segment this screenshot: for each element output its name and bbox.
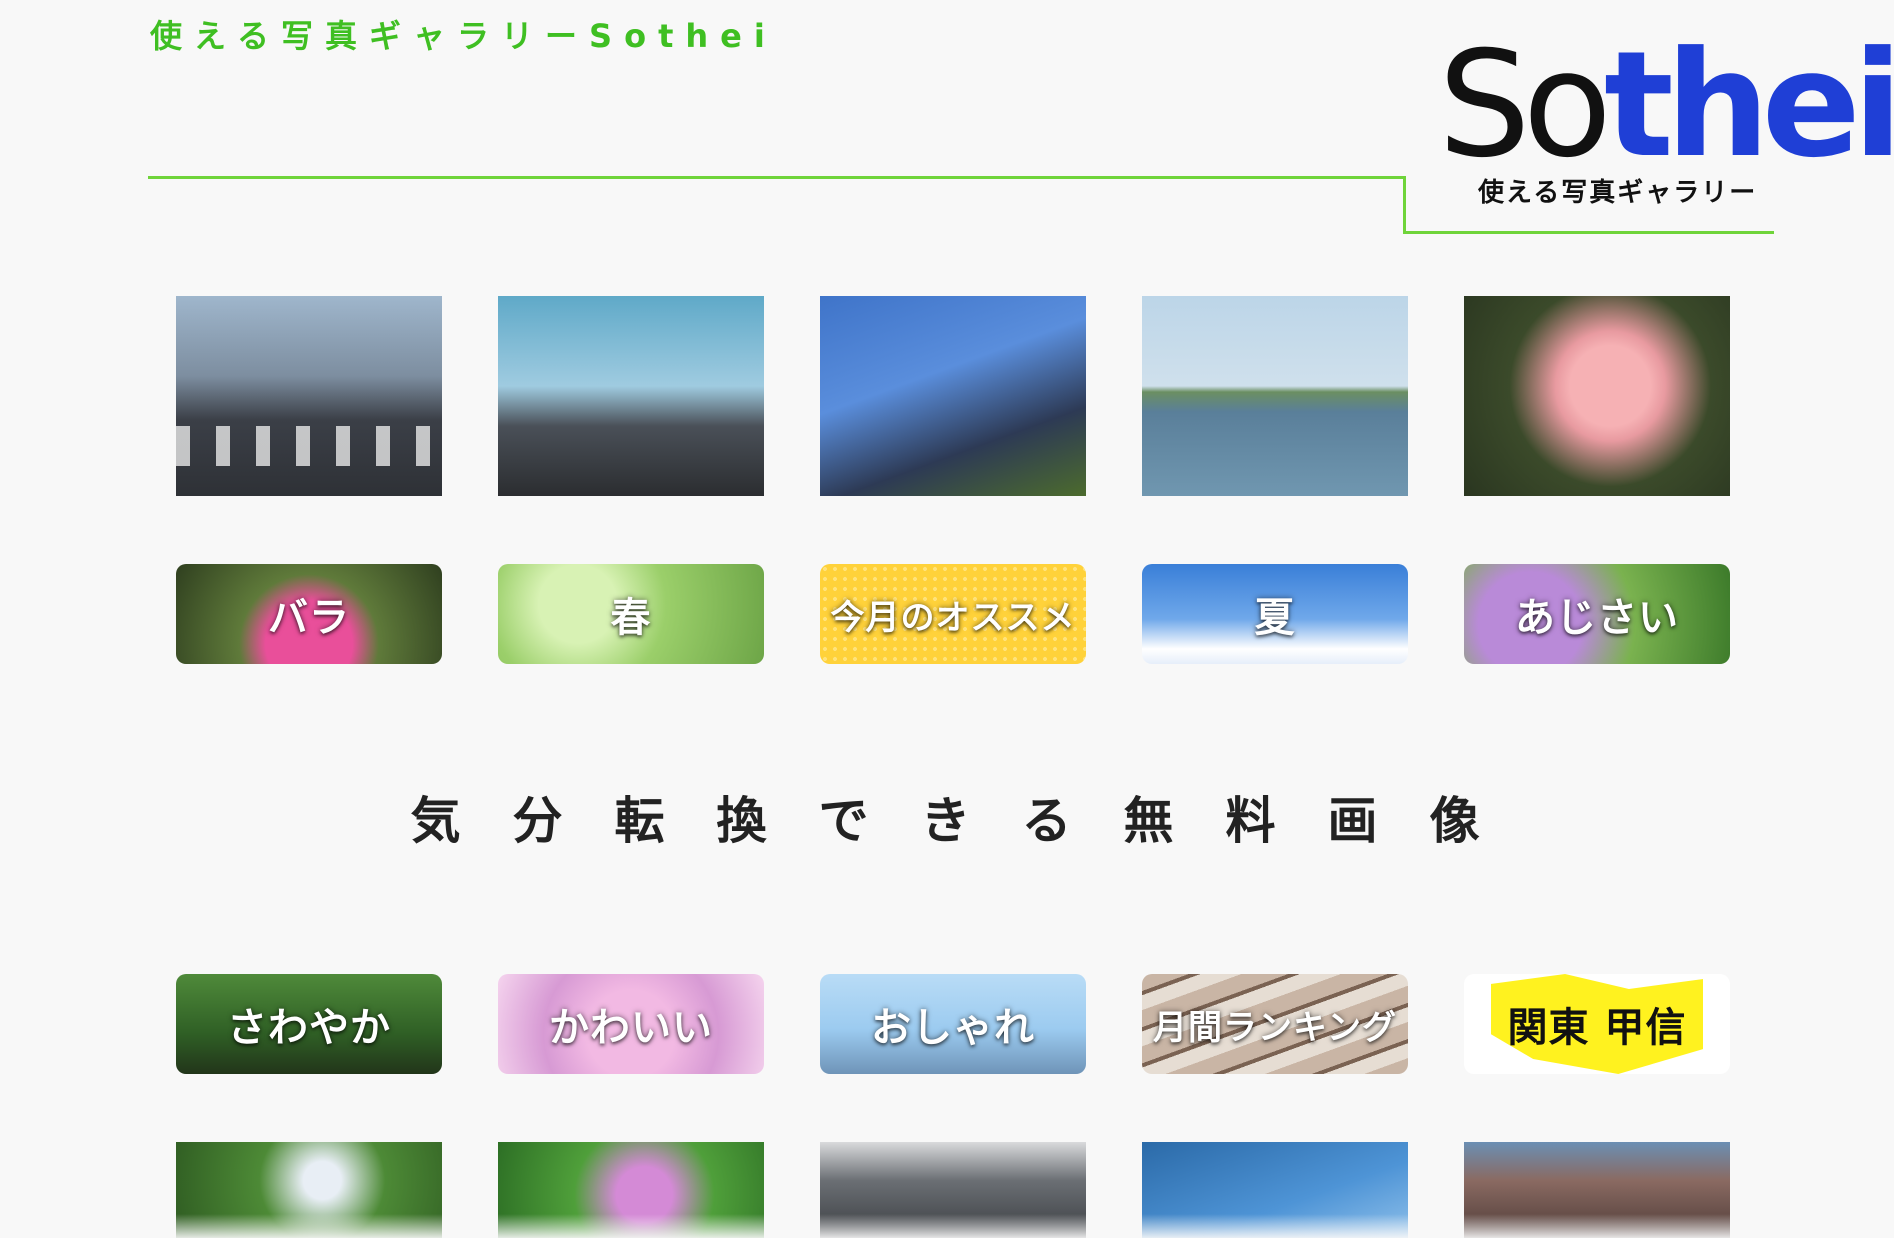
brown-towers-photo[interactable] — [1464, 1142, 1730, 1238]
logo-thei: thei — [1604, 20, 1894, 190]
category-label: 夏 — [1254, 595, 1296, 641]
sun-buildings-photo[interactable] — [498, 296, 764, 496]
header-divider-lower — [1403, 231, 1774, 234]
category-label: 月間ランキング — [1153, 1007, 1397, 1048]
logo-subtitle: 使える写真ギャラリー — [1478, 178, 1758, 208]
header-divider — [148, 176, 1405, 179]
hydrangea-purple-photo[interactable] — [498, 1142, 764, 1238]
sothei-logo[interactable]: Sothei 使える写真ギャラリー — [1438, 30, 1894, 208]
site-title[interactable]: 使える写真ギャラリーSothei — [150, 14, 777, 58]
bottom-photo-row — [176, 1142, 1786, 1238]
city-street-photo[interactable] — [176, 296, 442, 496]
hydrangea-white-photo[interactable] — [176, 1142, 442, 1238]
page-tagline: 気分転換できる無料画像 — [410, 791, 1532, 850]
category-row-2: さわやか かわいい おしゃれ 月間ランキング 関東 甲信 — [176, 974, 1786, 1074]
pink-rose-photo[interactable] — [1464, 296, 1730, 496]
category-label: かわいい — [549, 1005, 713, 1051]
category-button-kanto-koshin[interactable]: 関東 甲信 — [1464, 974, 1730, 1074]
category-label: 今月のオススメ — [830, 597, 1076, 638]
shopping-street-photo[interactable] — [820, 1142, 1086, 1238]
category-button-stylish[interactable]: おしゃれ — [820, 974, 1086, 1074]
logo-wordmark: Sothei — [1438, 30, 1894, 180]
category-button-refreshing[interactable]: さわやか — [176, 974, 442, 1074]
category-button-summer[interactable]: 夏 — [1142, 564, 1408, 664]
glass-tower-photo[interactable] — [1142, 1142, 1408, 1238]
category-button-cute[interactable]: かわいい — [498, 974, 764, 1074]
island-photo[interactable] — [1142, 296, 1408, 496]
header-divider-vertical — [1403, 176, 1406, 233]
category-label: バラ — [268, 595, 350, 641]
category-label: あじさい — [1515, 595, 1679, 641]
featured-photo-row — [176, 296, 1786, 496]
skyscrapers-photo[interactable] — [820, 296, 1086, 496]
category-label: さわやか — [227, 1005, 391, 1051]
category-row-1: バラ 春 今月のオススメ 夏 あじさい — [176, 564, 1786, 664]
logo-so: So — [1438, 20, 1612, 190]
category-button-hydrangea[interactable]: あじさい — [1464, 564, 1730, 664]
category-button-recommend[interactable]: 今月のオススメ — [820, 564, 1086, 664]
category-label: 関東 甲信 — [1507, 1005, 1687, 1051]
category-button-monthly-ranking[interactable]: 月間ランキング — [1142, 974, 1408, 1074]
category-label: おしゃれ — [871, 1005, 1035, 1051]
category-label: 春 — [610, 595, 652, 641]
category-button-rose[interactable]: バラ — [176, 564, 442, 664]
category-button-spring[interactable]: 春 — [498, 564, 764, 664]
